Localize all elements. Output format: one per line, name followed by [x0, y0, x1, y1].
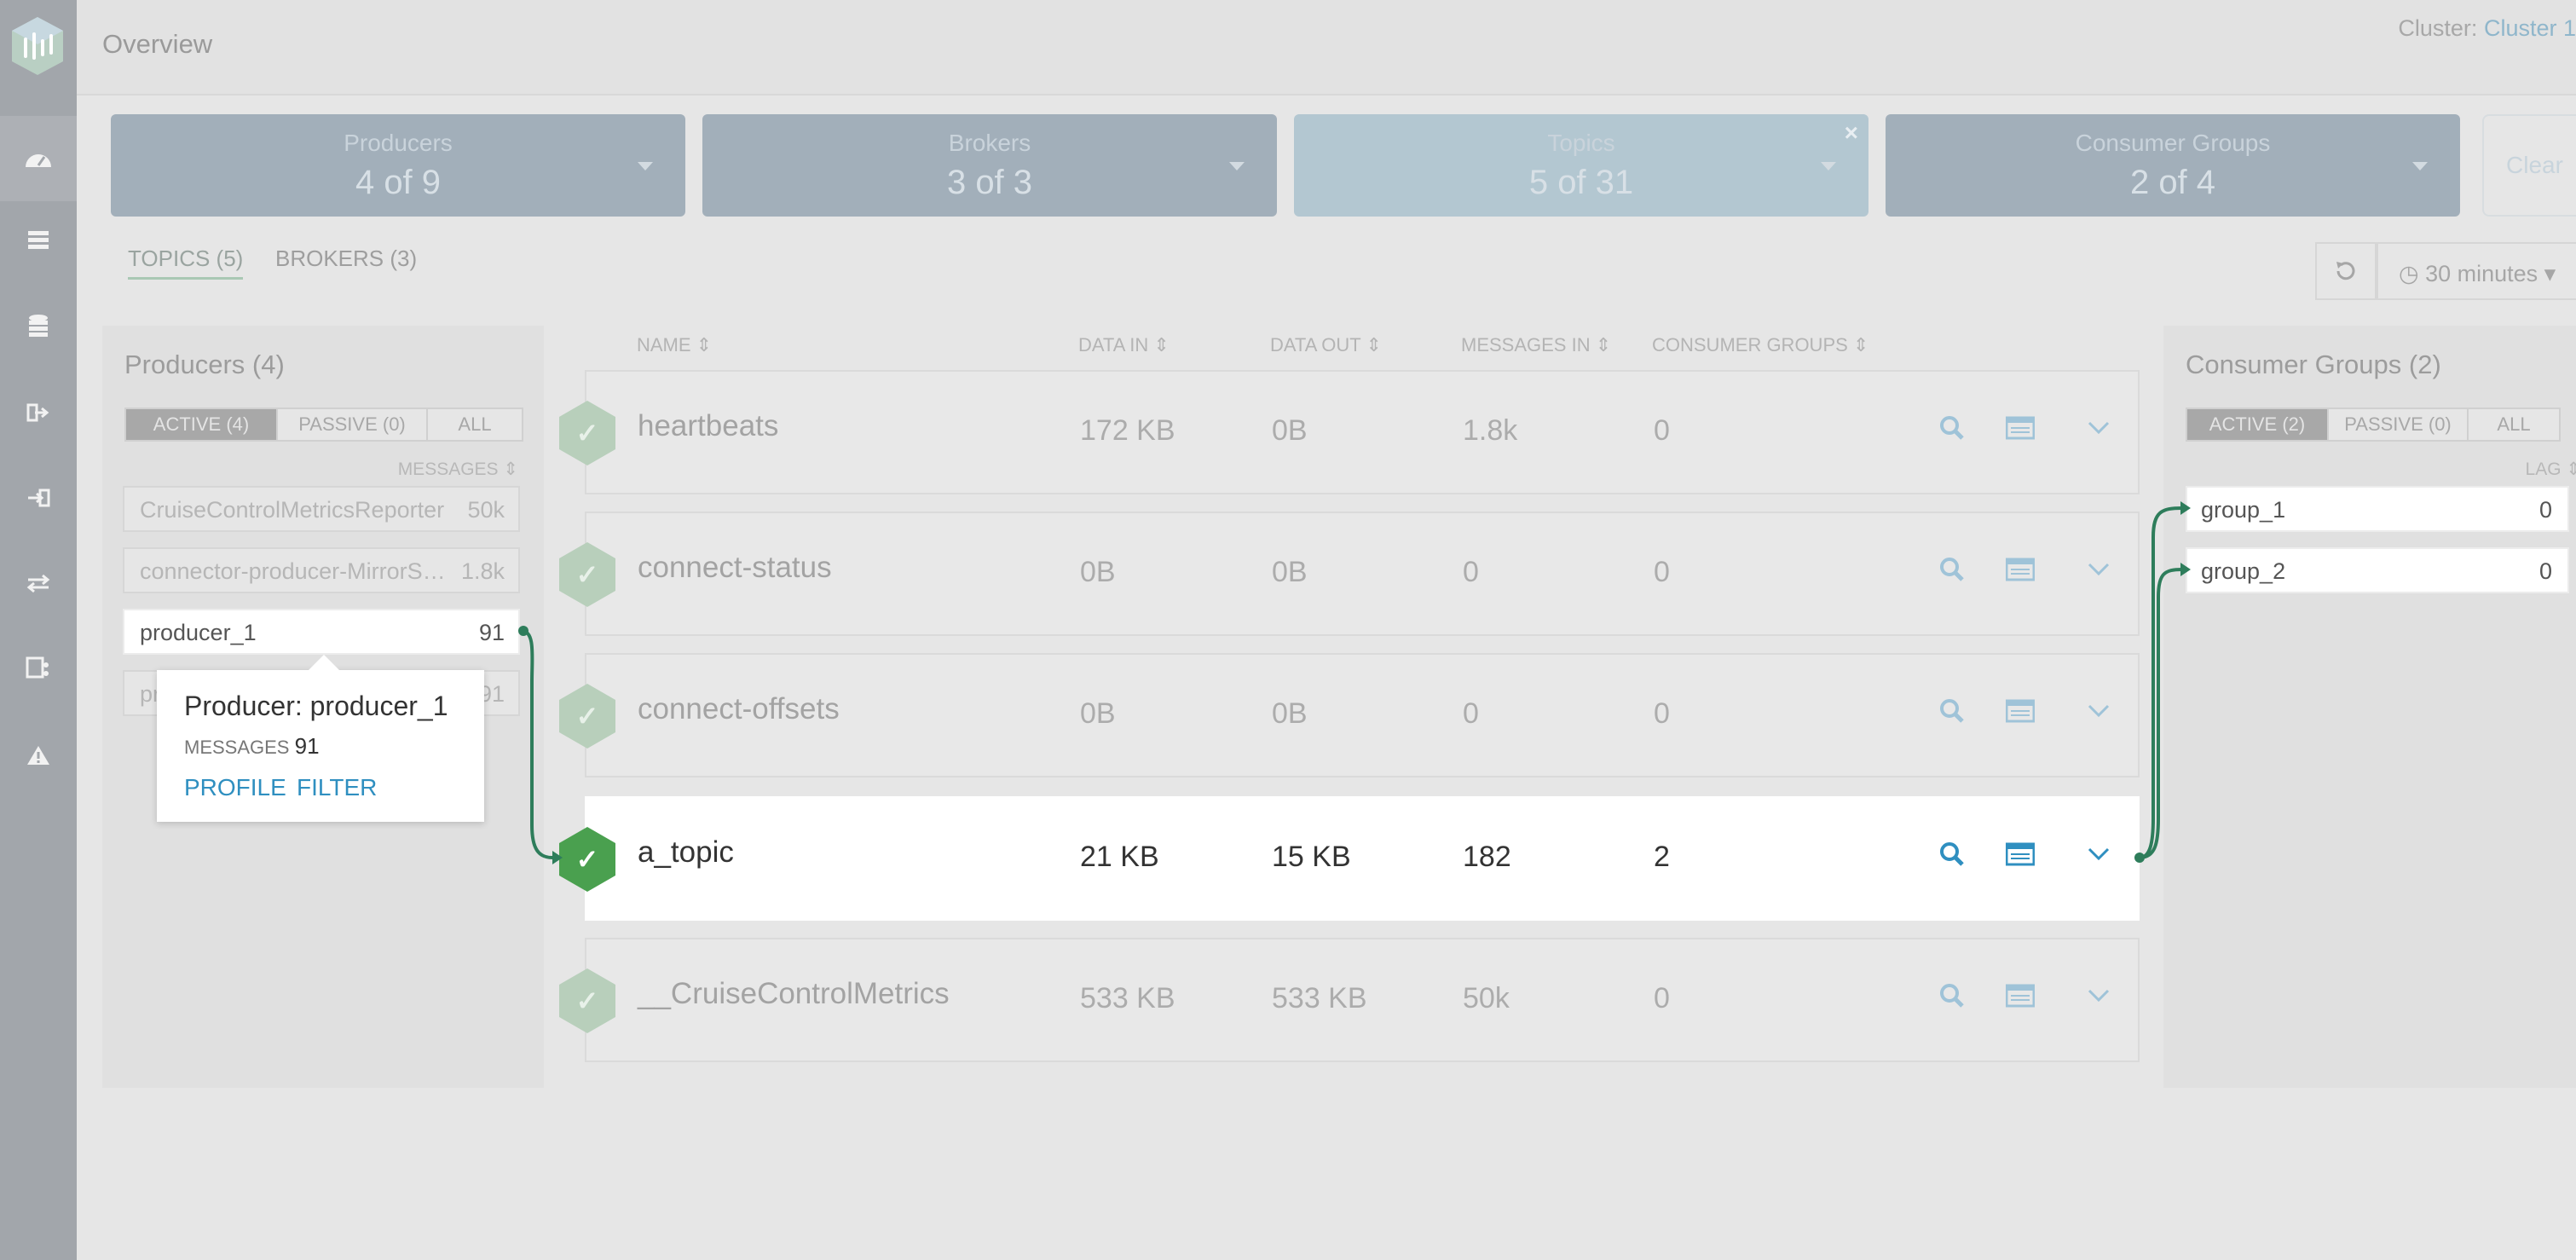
popover-messages-label: MESSAGES: [184, 737, 290, 758]
popover-messages-value: 91: [294, 733, 320, 759]
producer-topic-connector: [521, 629, 553, 859]
filter-link[interactable]: FILTER: [297, 774, 377, 801]
arrow-head: [2180, 563, 2191, 576]
popover-title: Producer: producer_1: [184, 691, 448, 721]
popover-arrow: [309, 655, 339, 670]
connector-dot: [2134, 853, 2145, 863]
profile-link[interactable]: PROFILE: [184, 774, 286, 801]
arrow-head: [2180, 501, 2191, 515]
arrow-head: [552, 851, 563, 864]
topic-group1-connector: [2139, 506, 2183, 859]
popover-messages: MESSAGES 91: [184, 733, 320, 760]
connector-dot: [518, 626, 528, 636]
topic-group2-connector: [2139, 568, 2183, 859]
producer-popover: Producer: producer_1 MESSAGES 91 PROFILE…: [157, 655, 484, 822]
connection-lines: [518, 501, 2191, 864]
